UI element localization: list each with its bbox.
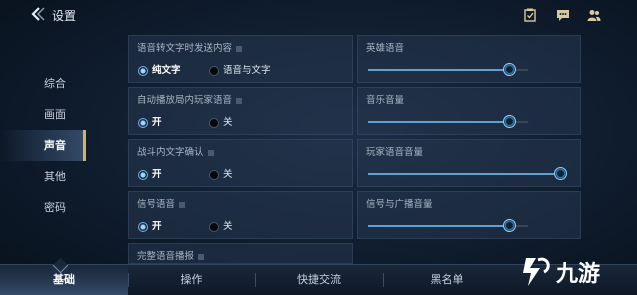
radio-off[interactable]: 关 bbox=[209, 218, 233, 232]
auto-play-voice-panel: 自动播放局内玩家语音 开 关 bbox=[128, 87, 353, 135]
panel-title: 完整语音播报 bbox=[137, 248, 205, 262]
battle-text-confirm-panel: 战斗内文字确认 开 关 bbox=[128, 139, 353, 187]
slider-fill bbox=[368, 225, 509, 227]
radio-selected-icon bbox=[138, 221, 148, 232]
panel-title: 英雄语音 bbox=[366, 43, 405, 54]
sidebar-item-label: 密码 bbox=[44, 201, 66, 214]
sidebar: 综合 画面 声音 其他 密码 bbox=[0, 68, 86, 223]
radio-unselected-icon bbox=[209, 221, 219, 232]
music-volume-panel: 音乐音量 bbox=[357, 87, 581, 135]
chat-icon[interactable] bbox=[556, 7, 570, 21]
sidebar-item-general[interactable]: 综合 bbox=[0, 68, 86, 99]
slider-handle[interactable] bbox=[554, 167, 567, 180]
sidebar-item-graphics[interactable]: 画面 bbox=[0, 99, 86, 130]
chevron-left-icon[interactable] bbox=[30, 7, 46, 21]
panel-title: 音乐音量 bbox=[366, 95, 405, 106]
panel-title: 信号与广播音量 bbox=[366, 199, 433, 210]
radio-selected-icon bbox=[138, 65, 148, 76]
signal-broadcast-volume-panel: 信号与广播音量 bbox=[357, 191, 581, 239]
radio-unselected-icon bbox=[209, 65, 219, 76]
info-icon[interactable] bbox=[236, 45, 243, 52]
radio-voice-and-text[interactable]: 语音与文字 bbox=[209, 62, 271, 76]
voice-to-text-panel: 语音转文字时发送内容 纯文字 语音与文字 bbox=[128, 35, 353, 83]
radio-text-only[interactable]: 纯文字 bbox=[138, 62, 181, 76]
radio-selected-icon bbox=[138, 169, 148, 180]
sidebar-item-password[interactable]: 密码 bbox=[0, 192, 86, 223]
radio-unselected-icon bbox=[209, 169, 219, 180]
watermark-text: 九游 bbox=[555, 261, 600, 287]
radio-on[interactable]: 开 bbox=[138, 166, 162, 180]
sidebar-item-label: 画面 bbox=[44, 108, 66, 121]
full-voice-broadcast-panel: 完整语音播报 bbox=[128, 243, 353, 264]
friends-icon[interactable] bbox=[587, 7, 601, 21]
slider-fill bbox=[368, 121, 509, 123]
sidebar-item-label: 其他 bbox=[44, 170, 66, 183]
slider-handle[interactable] bbox=[502, 63, 516, 76]
music-volume-slider[interactable] bbox=[368, 115, 528, 128]
radio-unselected-icon bbox=[209, 117, 219, 128]
info-icon[interactable] bbox=[207, 149, 214, 156]
radio-off[interactable]: 关 bbox=[209, 114, 233, 128]
tab-quick-chat[interactable]: 快捷交流 bbox=[255, 265, 383, 295]
panel-title: 战斗内文字确认 bbox=[137, 144, 214, 158]
sidebar-item-sound[interactable]: 声音 bbox=[0, 130, 86, 161]
sidebar-item-other[interactable]: 其他 bbox=[0, 161, 86, 192]
sidebar-item-label: 声音 bbox=[44, 139, 66, 152]
hero-voice-slider[interactable] bbox=[368, 63, 528, 76]
hero-voice-panel: 英雄语音 bbox=[357, 35, 581, 83]
signal-voice-panel: 信号语音 开 关 bbox=[128, 191, 353, 239]
task-icon[interactable] bbox=[523, 7, 537, 22]
radio-selected-icon bbox=[138, 117, 148, 128]
tab-controls[interactable]: 操作 bbox=[128, 265, 255, 295]
panel-title: 语音转文字时发送内容 bbox=[137, 40, 243, 54]
slider-fill bbox=[368, 69, 509, 71]
player-voice-volume-slider[interactable] bbox=[368, 167, 567, 180]
player-voice-volume-panel: 玩家语音音量 bbox=[357, 139, 581, 187]
info-icon[interactable] bbox=[198, 253, 205, 260]
panel-title: 信号语音 bbox=[137, 196, 186, 210]
info-icon[interactable] bbox=[179, 201, 186, 208]
page-title: 设置 bbox=[52, 9, 77, 23]
signal-broadcast-volume-slider[interactable] bbox=[368, 219, 528, 232]
slider-fill bbox=[368, 173, 560, 175]
tab-blacklist[interactable]: 黑名单 bbox=[383, 265, 511, 295]
panel-title: 玩家语音音量 bbox=[366, 147, 424, 158]
info-icon[interactable] bbox=[236, 97, 243, 104]
radio-on[interactable]: 开 bbox=[138, 218, 162, 232]
slider-handle[interactable] bbox=[502, 219, 516, 232]
radio-off[interactable]: 关 bbox=[209, 166, 233, 180]
slider-handle[interactable] bbox=[502, 115, 516, 128]
radio-on[interactable]: 开 bbox=[138, 114, 162, 128]
panel-title: 自动播放局内玩家语音 bbox=[137, 92, 243, 106]
jiuyou-logo: 九游 bbox=[518, 254, 636, 290]
tab-basic[interactable]: 基础 bbox=[0, 265, 128, 295]
sidebar-item-label: 综合 bbox=[44, 77, 66, 90]
top-bar: 设置 bbox=[0, 0, 637, 28]
